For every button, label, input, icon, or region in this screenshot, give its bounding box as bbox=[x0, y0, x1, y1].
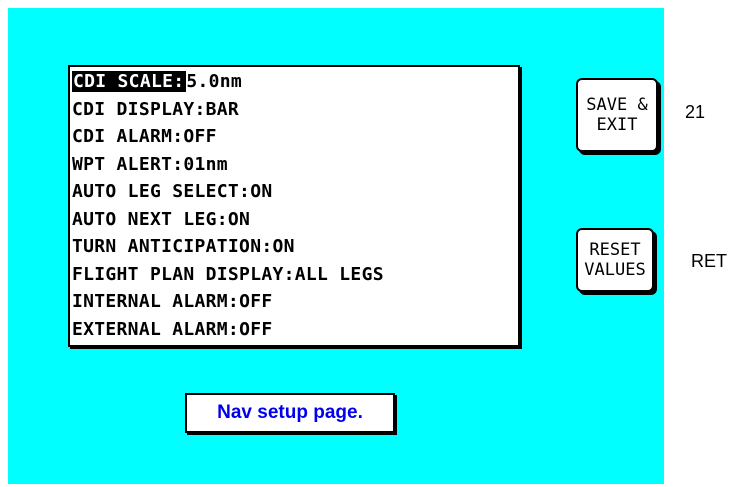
setting-label: CDI ALARM: bbox=[72, 126, 184, 147]
setting-value: OFF bbox=[183, 126, 217, 147]
setting-label: AUTO LEG SELECT: bbox=[72, 181, 251, 202]
setting-row-flight-plan-display[interactable]: FLIGHT PLAN DISPLAY:ALL LEGS bbox=[72, 261, 518, 289]
setting-label: FLIGHT PLAN DISPLAY: bbox=[72, 263, 295, 285]
setting-row-auto-next-leg[interactable]: AUTO NEXT LEG:ON bbox=[72, 206, 518, 234]
save-exit-label-line1: SAVE & bbox=[586, 95, 648, 115]
setting-row-cdi-scale[interactable]: CDI SCALE: 5.0nm bbox=[72, 68, 518, 96]
save-exit-key-label: 21 bbox=[685, 102, 706, 122]
reset-values-key-label: RET bbox=[691, 251, 727, 271]
setting-value: ON bbox=[272, 236, 295, 257]
setting-value: ON bbox=[250, 181, 273, 202]
page-caption: Nav setup page. bbox=[185, 393, 395, 433]
settings-list: CDI SCALE: 5.0nm CDI DISPLAY:BAR CDI ALAR… bbox=[68, 65, 520, 347]
setting-value: ALL LEGS bbox=[294, 263, 384, 285]
setting-label: TURN ANTICIPATION: bbox=[72, 236, 273, 257]
setting-row-wpt-alert[interactable]: WPT ALERT:01nm bbox=[72, 151, 518, 179]
reset-values-button[interactable]: RESET VALUES bbox=[576, 228, 654, 292]
reset-values-label-line2: VALUES bbox=[584, 260, 646, 280]
setting-label: CDI DISPLAY: bbox=[72, 98, 206, 120]
setting-label: CDI SCALE: bbox=[72, 71, 187, 92]
reset-values-label-line1: RESET bbox=[589, 240, 641, 260]
setting-label: EXTERNAL ALARM: bbox=[72, 318, 240, 340]
setting-row-external-alarm[interactable]: EXTERNAL ALARM:OFF bbox=[72, 316, 518, 344]
setting-row-cdi-alarm[interactable]: CDI ALARM:OFF bbox=[72, 123, 518, 151]
setting-row-internal-alarm[interactable]: INTERNAL ALARM:OFF bbox=[72, 288, 518, 316]
setting-value: BAR bbox=[205, 98, 240, 120]
save-exit-label-line2: EXIT bbox=[596, 115, 638, 135]
nav-setup-screen: CDI SCALE: 5.0nm CDI DISPLAY:BAR CDI ALAR… bbox=[8, 8, 664, 484]
setting-value: OFF bbox=[239, 291, 273, 312]
setting-label: AUTO NEXT LEG: bbox=[72, 208, 228, 230]
setting-label: WPT ALERT: bbox=[72, 153, 184, 175]
setting-label: INTERNAL ALARM: bbox=[72, 291, 240, 312]
setting-row-auto-leg-select[interactable]: AUTO LEG SELECT:ON bbox=[72, 178, 518, 206]
setting-value: ON bbox=[227, 208, 251, 230]
setting-value: 01nm bbox=[183, 153, 228, 175]
setting-value: OFF bbox=[239, 318, 273, 340]
setting-value: 5.0nm bbox=[186, 71, 243, 92]
save-exit-button[interactable]: SAVE & EXIT bbox=[576, 78, 658, 152]
setting-row-cdi-display[interactable]: CDI DISPLAY:BAR bbox=[72, 96, 518, 124]
setting-row-turn-anticipation[interactable]: TURN ANTICIPATION:ON bbox=[72, 233, 518, 261]
